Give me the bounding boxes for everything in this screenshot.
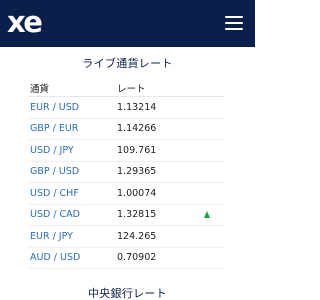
hamburger-menu-icon[interactable]: [225, 16, 243, 30]
rate-row-eur-usd[interactable]: EUR / USD 1.13214: [29, 97, 224, 119]
trend-cell: [199, 226, 224, 247]
currency-pair-link[interactable]: GBP / USD: [29, 166, 117, 177]
rate-row-aud-usd[interactable]: AUD / USD 0.70902: [29, 248, 224, 269]
trend-cell: [199, 205, 224, 226]
rate-row-eur-jpy[interactable]: EUR / JPY 124.265: [29, 226, 224, 248]
rate-value: 1.32815: [117, 209, 157, 221]
trend-cell: [199, 97, 224, 118]
xe-app: xe ライブ通貨レート 通貨 レート EUR / USD 1.13214 GBP…: [0, 0, 255, 300]
trend-cell: [199, 140, 224, 161]
trend-cell: [199, 248, 224, 269]
currency-pair-link[interactable]: EUR / USD: [29, 102, 117, 113]
rate-value: 1.14266: [117, 123, 157, 135]
menu-bar: [225, 16, 243, 18]
currency-pair-link[interactable]: USD / CAD: [29, 209, 117, 220]
currency-pair-link[interactable]: GBP / EUR: [29, 123, 117, 134]
column-header-rate: レート: [117, 84, 146, 95]
rate-value: 1.29365: [117, 166, 157, 178]
column-header-trend: [199, 80, 224, 96]
menu-bar: [225, 28, 243, 30]
rate-value: 1.13214: [117, 101, 157, 113]
currency-pair-link[interactable]: USD / CHF: [29, 188, 117, 199]
table-header: 通貨 レート: [29, 80, 224, 97]
currency-pair-link[interactable]: AUD / USD: [29, 252, 117, 263]
rate-value: 1.00074: [117, 187, 157, 199]
menu-bar: [225, 22, 243, 24]
trend-cell: [199, 162, 224, 183]
currency-pair-link[interactable]: USD / JPY: [29, 145, 117, 156]
trend-cell: [199, 119, 224, 140]
rate-value: 124.265: [117, 230, 157, 242]
column-header-pair: 通貨: [30, 84, 50, 95]
currency-pair-link[interactable]: EUR / JPY: [29, 231, 117, 242]
live-rates-title: ライブ通貨レート: [82, 57, 173, 70]
live-rates-table: 通貨 レート EUR / USD 1.13214 GBP / EUR 1.142…: [29, 80, 224, 269]
rate-value: 109.761: [117, 144, 157, 156]
rate-row-usd-jpy[interactable]: USD / JPY 109.761: [29, 140, 224, 162]
rate-row-usd-cad[interactable]: USD / CAD 1.32815: [29, 205, 224, 226]
trend-up-icon: [204, 210, 210, 218]
rate-value: 0.70902: [117, 252, 157, 264]
rate-row-gbp-usd[interactable]: GBP / USD 1.29365: [29, 162, 224, 183]
rate-row-usd-chf[interactable]: USD / CHF 1.00074: [29, 183, 224, 205]
app-header: xe: [0, 0, 255, 47]
central-bank-rates-title: 中央銀行レート: [87, 287, 168, 300]
trend-cell: [199, 183, 224, 204]
xe-logo[interactable]: xe: [7, 5, 43, 39]
rate-row-gbp-eur[interactable]: GBP / EUR 1.14266: [29, 119, 224, 140]
